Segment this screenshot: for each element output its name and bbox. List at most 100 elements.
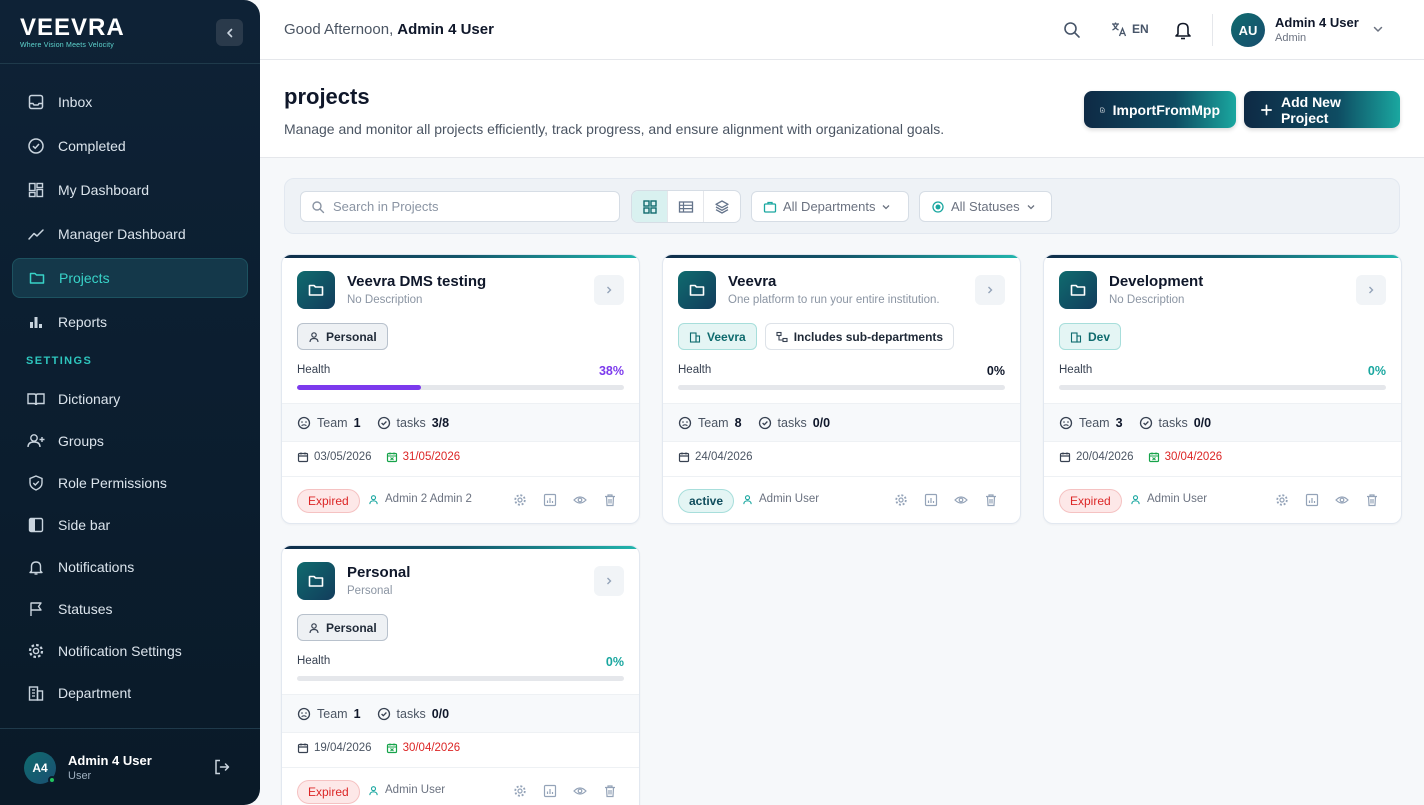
project-card[interactable]: Personal Personal Personal Health 0% Tea… [281, 545, 640, 805]
project-title[interactable]: Veevra DMS testing [347, 273, 486, 290]
project-actions [513, 784, 617, 798]
sidebar-item-reports[interactable]: Reports [12, 302, 248, 342]
health-progress-bar [297, 676, 624, 681]
chevron-right-icon [607, 577, 612, 585]
tag-label: Includes sub-departments [793, 329, 944, 344]
table-view-button[interactable] [668, 191, 704, 222]
sidebar-item-my-dashboard[interactable]: My Dashboard [12, 170, 248, 210]
settings-icon[interactable] [513, 784, 527, 798]
header-search-button[interactable] [1062, 20, 1082, 40]
department-filter[interactable]: All Departments [751, 191, 909, 222]
add-new-project-button[interactable]: Add New Project [1244, 91, 1400, 128]
sidebar-item-label: Dictionary [58, 391, 121, 407]
open-project-button[interactable] [594, 566, 624, 596]
status-dot-icon [932, 200, 944, 213]
project-title[interactable]: Personal [347, 564, 410, 581]
folder-icon [29, 272, 45, 284]
avatar[interactable]: A4 [24, 752, 56, 784]
sidebar-item-inbox[interactable]: Inbox [12, 82, 248, 122]
open-project-button[interactable] [594, 275, 624, 305]
start-date-value: 03/05/2026 [314, 451, 372, 463]
calendar-x-icon [386, 452, 397, 463]
project-owner: Admin User [368, 784, 445, 796]
project-tags: Personal [297, 614, 388, 641]
tasks-count: 3/8 [431, 415, 450, 430]
grid-view-button[interactable] [632, 191, 668, 222]
chart-icon[interactable] [924, 493, 938, 507]
end-date-value: 30/04/2026 [1164, 451, 1223, 463]
sidebar-item-role-permissions[interactable]: Role Permissions [12, 464, 248, 502]
status-badge: Expired [297, 489, 360, 513]
user-menu-toggle[interactable] [1372, 23, 1384, 35]
start-date: 20/04/2026 [1059, 451, 1134, 463]
sidebar-item-dictionary[interactable]: Dictionary [12, 380, 248, 418]
user-avatar[interactable]: AU [1231, 13, 1265, 47]
header-user-name[interactable]: Admin 4 User [1275, 15, 1359, 30]
open-project-button[interactable] [975, 275, 1005, 305]
project-card[interactable]: Development No Description Dev Health 0%… [1043, 254, 1402, 524]
eye-icon[interactable] [573, 784, 587, 798]
project-tags: Dev [1059, 323, 1122, 350]
settings-icon[interactable] [513, 493, 527, 507]
chevron-right-icon [607, 286, 612, 294]
building-icon [689, 331, 701, 343]
status-filter[interactable]: All Statuses [919, 191, 1052, 222]
project-folder-badge [297, 562, 335, 600]
chart-icon[interactable] [1305, 493, 1319, 507]
status-badge: active [678, 489, 735, 513]
team-stat: Team 8 [678, 416, 742, 430]
project-owner: Admin User [742, 493, 819, 505]
project-title[interactable]: Development [1109, 273, 1203, 290]
search-input[interactable] [333, 199, 613, 214]
sidebar-item-completed[interactable]: Completed [12, 126, 248, 166]
team-count: 1 [353, 415, 361, 430]
user-icon [369, 494, 378, 504]
health-percent: 38% [598, 364, 624, 378]
logout-button[interactable] [212, 757, 232, 777]
eye-icon[interactable] [1335, 493, 1349, 507]
project-title[interactable]: Veevra [728, 273, 776, 290]
sidebar-item-label: Statuses [58, 601, 113, 617]
trash-icon[interactable] [603, 784, 617, 798]
sidebar-item-groups[interactable]: Groups [12, 422, 248, 460]
project-dates: 03/05/2026 31/05/2026 [297, 451, 460, 463]
health-percent: 0% [605, 655, 624, 669]
tasks-stat: tasks 3/8 [377, 415, 450, 430]
project-card[interactable]: Veevra One platform to run your entire i… [662, 254, 1021, 524]
brand[interactable]: VEEVRA Where Vision Meets Velocity [20, 14, 125, 49]
status-filter-value: All Statuses [951, 199, 1020, 214]
inbox-icon [28, 94, 44, 110]
trash-icon[interactable] [1365, 493, 1379, 507]
eye-icon[interactable] [954, 493, 968, 507]
chart-icon[interactable] [543, 784, 557, 798]
trash-icon[interactable] [603, 493, 617, 507]
sidebar-item-manager-dashboard[interactable]: Manager Dashboard [12, 214, 248, 254]
sidebar-item-projects[interactable]: Projects [12, 258, 248, 298]
layers-view-button[interactable] [704, 191, 740, 222]
sidebar: VEEVRA Where Vision Meets Velocity Inbox… [0, 0, 260, 805]
chevron-left-icon [226, 28, 232, 37]
import-from-mpp-button[interactable]: ImportFromMpp [1084, 91, 1236, 128]
sidebar-item-notification-settings[interactable]: Notification Settings [12, 632, 248, 670]
project-card[interactable]: Veevra DMS testing No Description Person… [281, 254, 640, 524]
chart-icon[interactable] [543, 493, 557, 507]
project-stats: Team 1 tasks 3/8 [282, 403, 639, 442]
collapse-sidebar-button[interactable] [216, 19, 243, 46]
trash-icon[interactable] [984, 493, 998, 507]
sidebar-item-side-bar[interactable]: Side bar [12, 506, 248, 544]
settings-icon[interactable] [1275, 493, 1289, 507]
sidebar-item-label: Role Permissions [58, 475, 167, 491]
eye-icon[interactable] [573, 493, 587, 507]
language-switcher[interactable]: EN [1110, 20, 1149, 38]
layers-icon [715, 199, 729, 214]
project-actions [513, 493, 617, 507]
settings-icon[interactable] [894, 493, 908, 507]
sidebar-item-label: My Dashboard [58, 182, 150, 198]
sidebar-item-department[interactable]: Department [12, 674, 248, 712]
divider [1212, 14, 1213, 46]
open-project-button[interactable] [1356, 275, 1386, 305]
sidebar-item-notifications[interactable]: Notifications [12, 548, 248, 586]
notifications-button[interactable] [1173, 19, 1193, 41]
sidebar-item-statuses[interactable]: Statuses [12, 590, 248, 628]
end-date: 31/05/2026 [386, 451, 460, 463]
